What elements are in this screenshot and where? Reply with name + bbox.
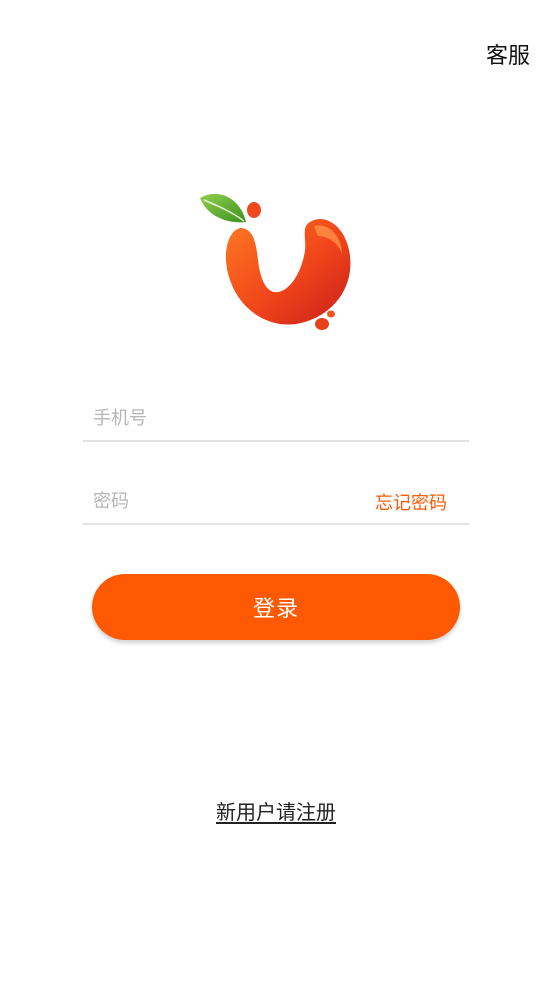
login-screen: 客服 忘记密码 登录 新用户请注	[0, 0, 552, 981]
forgot-password-link[interactable]: 忘记密码	[375, 489, 447, 515]
customer-service-link[interactable]: 客服	[486, 38, 530, 70]
login-button[interactable]: 登录	[92, 574, 460, 640]
phone-field	[83, 396, 469, 442]
password-field: 忘记密码	[83, 479, 469, 525]
register-link[interactable]: 新用户请注册	[0, 796, 552, 825]
password-input[interactable]	[93, 479, 353, 523]
app-logo-icon	[200, 193, 351, 330]
phone-input[interactable]	[93, 396, 353, 440]
